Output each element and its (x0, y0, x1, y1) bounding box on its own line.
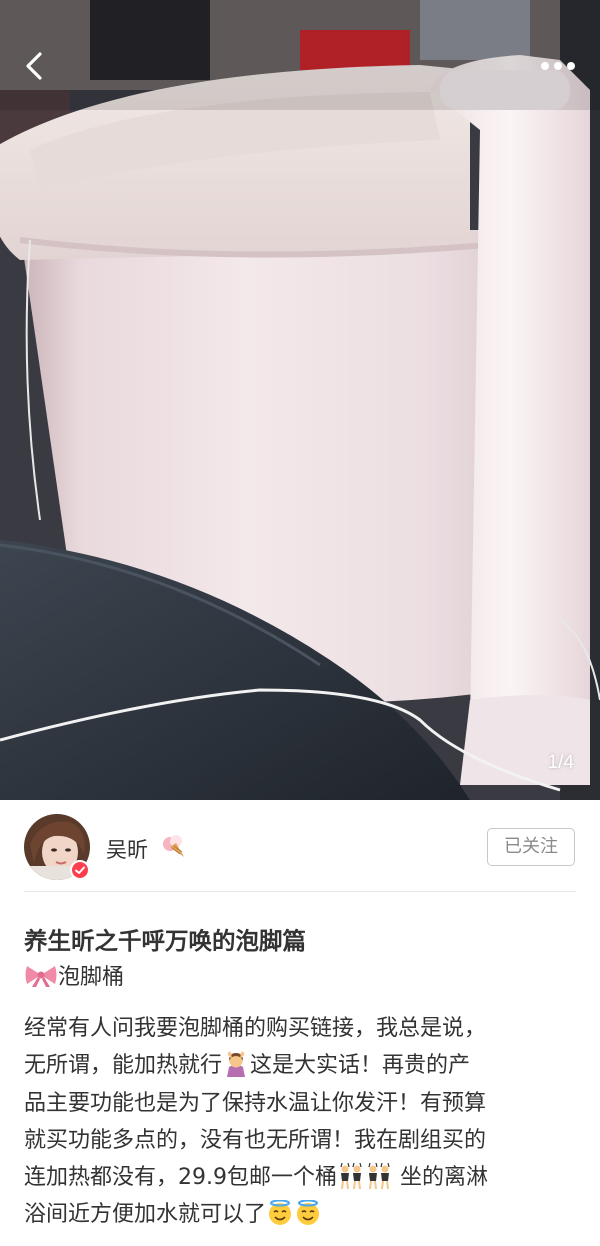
more-button[interactable] (538, 56, 578, 76)
ice-cream-icon (163, 835, 184, 857)
post-photo[interactable]: 1/4 (0, 0, 600, 800)
ellipsis-icon (541, 62, 575, 70)
post-body: 经常有人问我要泡脚桶的购买链接，我总是说， 无所谓，能加热就行 这是大实话！再贵… (24, 1010, 580, 1234)
ribbon-bow-icon (25, 966, 57, 987)
post-detail-screen: 1/4 吴昕 已关注 养生昕之千呼万唤的泡脚篇 泡脚桶 经常有人问我要泡脚桶的购… (0, 0, 600, 1246)
post-body-line: 连加热都没有，29.9包邮一个桶 坐的离淋 (24, 1159, 580, 1196)
post-body-line: 就买功能多点的，没有也无所谓！我在剧组买的 (24, 1127, 487, 1153)
follow-button[interactable]: 已关注 (487, 828, 575, 866)
post-body-text: 无所谓，能加热就行 (24, 1053, 223, 1079)
post-body-line: 经常有人问我要泡脚桶的购买链接，我总是说， (24, 1016, 487, 1041)
dancers-icon (368, 1163, 390, 1190)
post-body-line: 品主要功能也是为了保持水温让你发汗！有预算 (24, 1090, 487, 1116)
smiling-face-with-halo-icon (297, 1200, 320, 1226)
author-name[interactable]: 吴昕 (106, 834, 148, 864)
divider (24, 891, 576, 892)
post-tag-label: 泡脚桶 (58, 965, 125, 990)
post-title: 养生昕之千呼万唤的泡脚篇 (24, 927, 306, 955)
verified-badge-icon (70, 860, 90, 880)
post-body-line: 无所谓，能加热就行 这是大实话！再贵的产 (24, 1047, 580, 1084)
back-button[interactable] (18, 46, 54, 86)
foot-bath-bucket-photo (0, 0, 600, 800)
chevron-left-icon (26, 52, 42, 80)
post-body-text: 坐的离淋 (400, 1165, 489, 1191)
post-body-text: 连加热都没有，29.9包邮一个桶 (24, 1165, 337, 1191)
post-body-line: 浴间近方便加水就可以了 (24, 1196, 580, 1233)
smiling-face-with-halo-icon (269, 1200, 292, 1226)
photo-page-indicator: 1/4 (547, 752, 574, 773)
post-body-text: 这是大实话！再贵的产 (250, 1053, 471, 1079)
dancers-icon (340, 1163, 362, 1190)
post-body-text: 浴间近方便加水就可以了 (24, 1202, 267, 1228)
woman-raising-hand-icon (227, 1052, 246, 1078)
author-row: 吴昕 已关注 (0, 800, 600, 892)
